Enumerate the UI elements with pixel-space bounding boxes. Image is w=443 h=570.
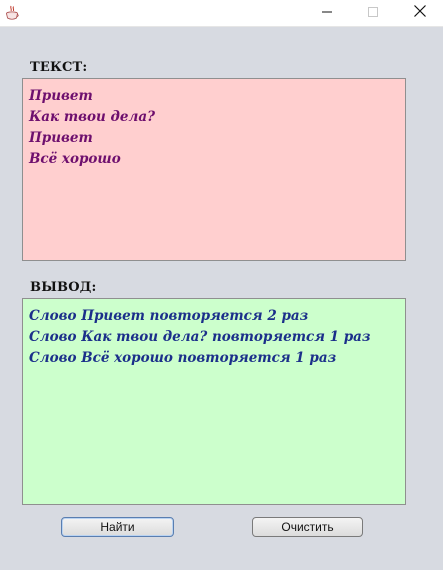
close-icon [414, 4, 426, 22]
input-line: Привет [29, 130, 93, 146]
output-line: Слово Привет повторяется 2 раз [29, 308, 309, 324]
output-line: Слово Всё хорошо повторяется 1 раз [29, 350, 337, 366]
input-line: Всё хорошо [29, 151, 121, 167]
maximize-button[interactable] [350, 0, 396, 26]
title-bar [0, 0, 443, 27]
output-line: Слово Как твои дела? повторяется 1 раз [29, 329, 371, 345]
clear-button[interactable]: Очистить [252, 517, 363, 537]
minimize-button[interactable] [304, 0, 350, 26]
output-text-area[interactable]: Слово Привет повторяется 2 раз Слово Как… [22, 298, 406, 505]
close-button[interactable] [397, 0, 443, 26]
input-label: ТЕКСТ: [30, 60, 88, 75]
coffee-cup-icon [4, 5, 20, 21]
output-label: ВЫВОД: [30, 280, 97, 295]
input-text-area[interactable]: Привет Как твои дела? Привет Всё хорошо [22, 78, 406, 261]
input-line: Как твои дела? [29, 109, 156, 125]
find-button[interactable]: Найти [61, 517, 174, 537]
minimize-icon [322, 4, 332, 22]
maximize-icon [368, 4, 378, 22]
input-line: Привет [29, 88, 93, 104]
